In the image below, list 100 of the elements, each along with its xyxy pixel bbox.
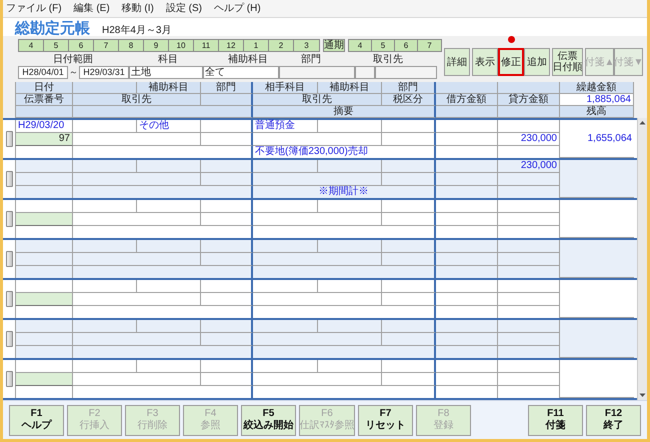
menu-item[interactable]: ファイル (F): [6, 1, 62, 16]
table-cell: [318, 160, 382, 173]
table-cell: [436, 373, 498, 386]
table-cell: [73, 120, 137, 133]
month-tab[interactable]: 9: [144, 40, 169, 51]
row-handle[interactable]: [6, 331, 12, 347]
function-key-button[interactable]: F5 絞込み開始: [241, 404, 296, 436]
table-cell: [498, 293, 560, 306]
table-cell: [15, 240, 73, 253]
row-handle[interactable]: [6, 171, 12, 187]
partner-code-field[interactable]: [355, 66, 375, 79]
department-field[interactable]: [279, 66, 355, 79]
table-cell: [15, 320, 73, 333]
toolbar-button[interactable]: 表示: [472, 48, 498, 76]
partner-field[interactable]: [375, 66, 437, 79]
table-cell: [201, 333, 253, 346]
table-cell: [498, 373, 560, 386]
account-field[interactable]: 土地: [129, 66, 203, 79]
month-tab[interactable]: 4: [19, 40, 44, 51]
toolbar-button[interactable]: 追加: [524, 48, 550, 76]
column-header: 借方金額: [436, 94, 498, 106]
month-tab[interactable]: 10: [169, 40, 194, 51]
table-cell: [253, 200, 318, 213]
header-cell: [498, 106, 560, 118]
table-cell: [15, 146, 73, 158]
column-header: 伝票番号: [15, 94, 73, 106]
filter-label: 補助科目: [227, 55, 269, 65]
row-handle[interactable]: [6, 131, 12, 147]
function-key-button[interactable]: F7 リセット: [358, 404, 413, 436]
month-tab[interactable]: 1: [244, 40, 269, 51]
menu-item[interactable]: 設定 (S): [166, 1, 202, 16]
month-tab[interactable]: 11: [194, 40, 219, 51]
header-cell: [201, 94, 253, 106]
column-header: 日付: [15, 82, 73, 94]
sub-account-field[interactable]: 全て: [203, 66, 279, 79]
function-key-button[interactable]: F1 ヘルプ: [9, 404, 64, 436]
voucher-number-cell: [15, 373, 73, 386]
month-tab[interactable]: 6: [395, 40, 418, 51]
table-cell: [436, 133, 498, 146]
row-handle[interactable]: [6, 251, 12, 267]
table-cell: [73, 240, 137, 253]
table-cell: [498, 213, 560, 226]
table-cell: [498, 173, 560, 186]
header-cell: [15, 106, 73, 118]
table-cell: [382, 173, 436, 186]
table-cell: [137, 240, 201, 253]
month-tab[interactable]: 5: [372, 40, 395, 51]
column-header: 部門: [201, 82, 253, 94]
month-tab[interactable]: 6: [69, 40, 94, 51]
menu-item[interactable]: 編集 (E): [74, 1, 110, 16]
function-key-button[interactable]: F12 終了: [586, 404, 641, 436]
table-cell: [318, 280, 382, 293]
month-tab[interactable]: 2: [269, 40, 294, 51]
toolbar-button[interactable]: 修正: [498, 48, 524, 76]
month-tab[interactable]: 4: [349, 40, 372, 51]
table-cell: [253, 160, 318, 173]
date-to-field[interactable]: H29/03/31: [79, 66, 129, 79]
menu-item[interactable]: ヘルプ (H): [214, 1, 261, 16]
row-handle[interactable]: [6, 211, 12, 227]
table-cell: [15, 173, 73, 186]
toolbar-button[interactable]: 伝票 日付順: [552, 48, 583, 76]
column-header: 税区分: [382, 94, 436, 106]
table-cell: [318, 360, 382, 373]
table-cell: [436, 120, 498, 133]
table-cell: [436, 213, 498, 226]
column-header: 残高: [560, 106, 634, 118]
table-cell: [137, 280, 201, 293]
toolbar-button[interactable]: 詳細: [444, 48, 470, 76]
table-cell: [15, 253, 73, 266]
month-tab[interactable]: 8: [119, 40, 144, 51]
table-cell: [15, 386, 73, 398]
table-cell: [15, 266, 73, 278]
month-tab[interactable]: 7: [94, 40, 119, 51]
month-tab[interactable]: 3: [294, 40, 319, 51]
filter-label: 部門: [300, 55, 322, 65]
column-header: 取引先: [73, 94, 201, 106]
scrollbar[interactable]: [637, 118, 647, 400]
date-from-field[interactable]: H28/04/01: [18, 66, 68, 79]
column-header: 補助科目: [318, 82, 382, 94]
table-cell: [436, 253, 498, 266]
month-tab[interactable]: 7: [418, 40, 441, 51]
function-key-button[interactable]: F11 付箋: [528, 404, 583, 436]
table-cell: [201, 293, 253, 306]
table-cell: 230,000: [498, 133, 560, 146]
table-cell: [253, 280, 318, 293]
table-cell: [498, 333, 560, 346]
table-cell: [73, 360, 137, 373]
month-tab[interactable]: 12: [219, 40, 244, 51]
column-header: 貸方金額: [498, 94, 560, 106]
row-handle[interactable]: [6, 291, 12, 307]
table-cell: [137, 360, 201, 373]
column-header: 繰越金額: [560, 82, 634, 94]
table-cell: [73, 320, 137, 333]
row-handle[interactable]: [6, 371, 12, 387]
month-tab[interactable]: 5: [44, 40, 69, 51]
full-year-tab[interactable]: 通期: [323, 39, 345, 52]
menu-item[interactable]: 移動 (I): [122, 1, 154, 16]
table-cell: [382, 373, 436, 386]
table-cell: [253, 360, 318, 373]
voucher-number-cell: [15, 213, 73, 226]
